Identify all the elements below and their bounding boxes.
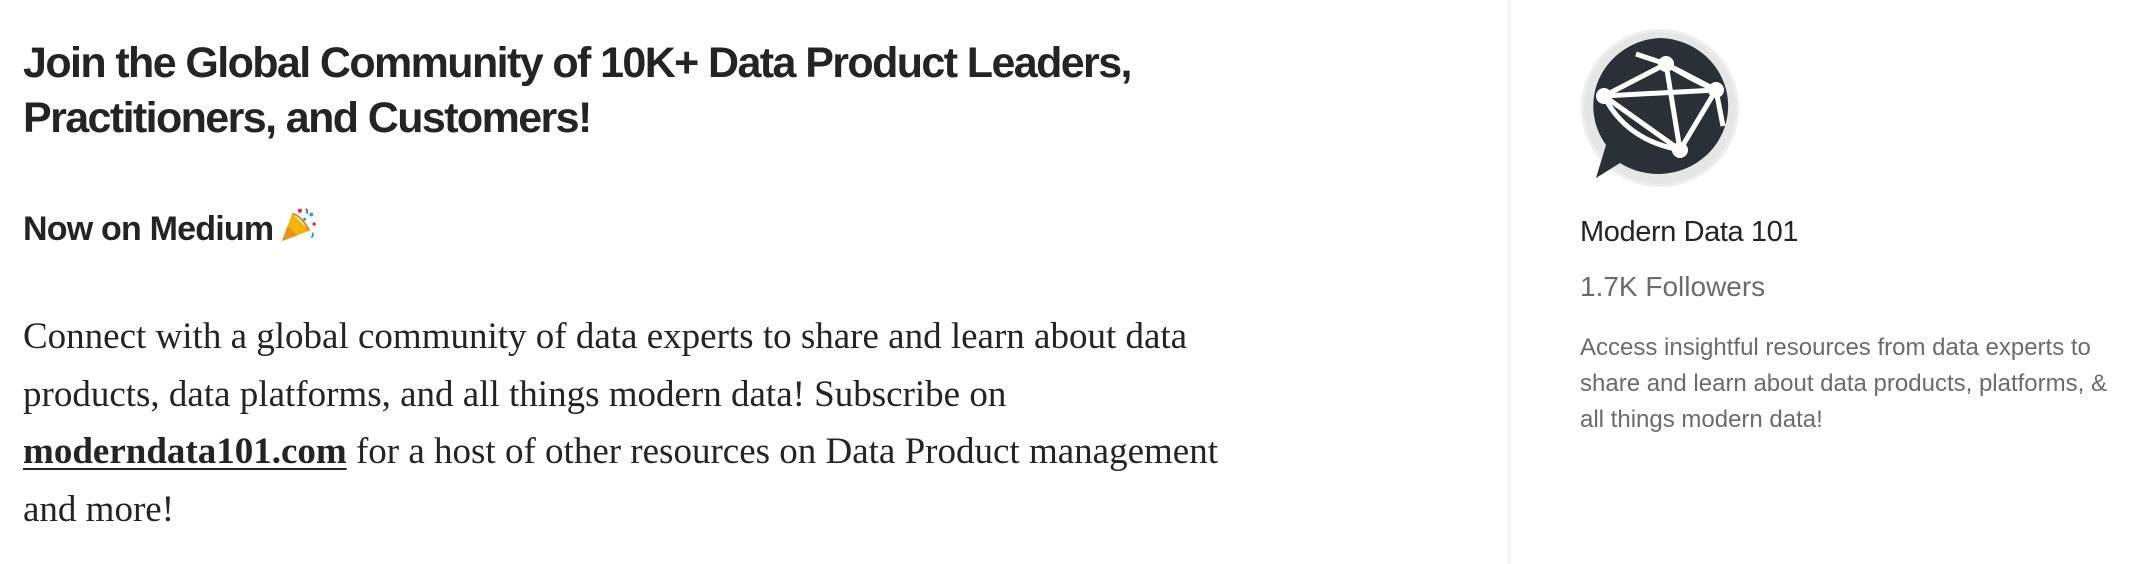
publication-card: Modern Data 101 1.7K Followers Access in… bbox=[1510, 0, 2144, 564]
follower-count[interactable]: 1.7K Followers bbox=[1580, 265, 1765, 309]
article-section: Join the Global Community of 10K+ Data P… bbox=[0, 0, 1508, 564]
party-popper-icon bbox=[282, 208, 317, 242]
moderndata101-link[interactable]: moderndata101.com bbox=[23, 431, 347, 472]
article-subhead: Now on Medium bbox=[23, 202, 317, 256]
globe-chat-icon[interactable] bbox=[1580, 28, 1740, 188]
publication-description: Access insightful resources from data ex… bbox=[1580, 334, 2107, 433]
publication-name[interactable]: Modern Data 101 bbox=[1580, 210, 1798, 254]
article-headline: Join the Global Community of 10K+ Data P… bbox=[23, 39, 1132, 142]
article-body: Connect with a global community of data … bbox=[23, 308, 1263, 538]
body-text-before-link: Connect with a global community of data … bbox=[23, 316, 1188, 415]
page: Join the Global Community of 10K+ Data P… bbox=[0, 0, 2144, 564]
subhead-text: Now on Medium bbox=[23, 210, 274, 248]
